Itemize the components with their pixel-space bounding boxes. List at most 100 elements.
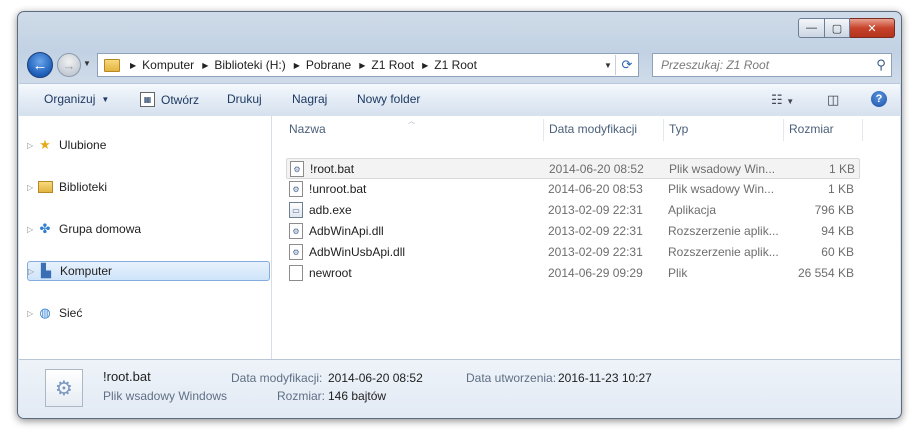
chevron-down-icon: ▼ bbox=[101, 94, 110, 104]
sort-ascending-icon: ︿ bbox=[408, 118, 415, 125]
window-controls: — ▢ ✕ bbox=[798, 18, 895, 38]
file-type: Aplikacja bbox=[668, 203, 717, 217]
file-row[interactable]: newroot 2014-06-29 09:29 Plik 26 554 KB bbox=[286, 263, 858, 282]
nav-item-label: Grupa domowa bbox=[59, 222, 142, 236]
nav-item-favorites[interactable]: ▷ ★ Ulubione bbox=[27, 135, 268, 155]
file-date: 2014-06-20 08:52 bbox=[549, 162, 644, 176]
forward-arrow-icon: → bbox=[62, 57, 76, 73]
details-file-type: Plik wsadowy Windows bbox=[103, 389, 228, 403]
search-box: ⚲ bbox=[652, 53, 892, 77]
file-date: 2013-02-09 22:31 bbox=[548, 224, 643, 238]
search-input[interactable] bbox=[659, 57, 871, 73]
exe-file-icon: ▭ bbox=[289, 202, 303, 218]
dll-file-icon: ⚙ bbox=[289, 223, 303, 239]
dll-file-icon: ⚙ bbox=[289, 244, 303, 260]
back-arrow-icon: ← bbox=[32, 56, 48, 74]
breadcrumb-separator-icon[interactable]: ▶ bbox=[202, 61, 208, 70]
column-divider[interactable] bbox=[862, 119, 863, 141]
column-divider[interactable] bbox=[543, 119, 544, 141]
back-button[interactable]: ← bbox=[27, 52, 53, 78]
nav-item-homegroup[interactable]: ▷ ✤ Grupa domowa bbox=[27, 219, 268, 239]
view-options-icon[interactable]: ☷ ▼ bbox=[771, 92, 794, 108]
folder-icon bbox=[104, 58, 120, 72]
open-label: Otwórz bbox=[161, 92, 200, 107]
file-name: adb.exe bbox=[309, 203, 352, 217]
new-folder-button[interactable]: Nowy folder bbox=[357, 92, 420, 106]
address-dropdown-icon[interactable]: ▼ bbox=[601, 61, 615, 70]
column-divider[interactable] bbox=[783, 119, 784, 141]
column-header-name[interactable]: Nazwa bbox=[289, 122, 326, 140]
refresh-icon[interactable]: ⟳ bbox=[615, 55, 638, 75]
forward-button[interactable]: → bbox=[57, 53, 81, 77]
file-row[interactable]: ▭ adb.exe 2013-02-09 22:31 Aplikacja 796… bbox=[286, 200, 858, 219]
file-size: 1 KB bbox=[828, 162, 855, 176]
expand-icon[interactable]: ▷ bbox=[27, 309, 37, 318]
file-name: !root.bat bbox=[310, 162, 355, 176]
nav-item-libraries[interactable]: ▷ Biblioteki bbox=[27, 177, 268, 197]
file-row[interactable]: ⚙ !unroot.bat 2014-06-20 08:53 Plik wsad… bbox=[286, 179, 858, 198]
close-button[interactable]: ✕ bbox=[850, 18, 895, 38]
file-name: AdbWinUsbApi.dll bbox=[309, 245, 406, 259]
batch-file-icon: ⚙ bbox=[289, 181, 303, 197]
breadcrumb-separator-icon[interactable]: ▶ bbox=[130, 61, 136, 70]
breadcrumb: ▶ Komputer ▶ Biblioteki (H:) ▶ Pobrane ▶… bbox=[126, 58, 477, 72]
burn-button[interactable]: Nagraj bbox=[292, 92, 327, 106]
breadcrumb-separator-icon[interactable]: ▶ bbox=[294, 61, 300, 70]
search-icon[interactable]: ⚲ bbox=[871, 57, 891, 73]
file-row[interactable]: ⚙ !root.bat 2014-06-20 08:52 Plik wsadow… bbox=[286, 158, 860, 179]
column-divider[interactable] bbox=[663, 119, 664, 141]
nav-item-network[interactable]: ▷ ◍ Sieć bbox=[27, 303, 268, 323]
details-size-value: 146 bajtów bbox=[328, 389, 387, 403]
organize-button[interactable]: Organizuj ▼ bbox=[44, 92, 109, 106]
file-name: AdbWinApi.dll bbox=[309, 224, 384, 238]
file-date: 2014-06-20 08:53 bbox=[548, 182, 643, 196]
breadcrumb-item-z1root-current[interactable]: Z1 Root bbox=[434, 58, 477, 72]
expand-icon[interactable]: ▷ bbox=[28, 267, 38, 276]
file-row[interactable]: ⚙ AdbWinUsbApi.dll 2013-02-09 22:31 Rozs… bbox=[286, 242, 858, 261]
homegroup-icon: ✤ bbox=[39, 221, 51, 236]
details-modified-label: Data modyfikacji: bbox=[231, 371, 323, 385]
file-type: Plik bbox=[668, 266, 688, 280]
file-type: Rozszerzenie aplik... bbox=[668, 245, 779, 259]
breadcrumb-separator-icon[interactable]: ▶ bbox=[422, 61, 428, 70]
file-type: Plik wsadowy Win... bbox=[669, 162, 776, 176]
nav-item-label: Sieć bbox=[59, 306, 83, 320]
recent-pages-dropdown-icon[interactable]: ▼ bbox=[83, 59, 91, 68]
file-size: 60 KB bbox=[821, 245, 854, 259]
maximize-button[interactable]: ▢ bbox=[825, 18, 850, 38]
library-icon bbox=[37, 179, 53, 195]
breadcrumb-item-library[interactable]: Biblioteki (H:) bbox=[214, 58, 285, 72]
navigation-pane: ▷ ★ Ulubione ▷ Biblioteki ▷ ✤ Grupa domo… bbox=[19, 116, 272, 359]
file-size: 796 KB bbox=[814, 203, 854, 217]
details-file-name: !root.bat bbox=[103, 369, 151, 384]
file-name: newroot bbox=[309, 266, 352, 280]
print-button[interactable]: Drukuj bbox=[227, 92, 262, 106]
column-header-type[interactable]: Typ bbox=[669, 122, 688, 140]
network-icon: ◍ bbox=[39, 305, 51, 320]
details-size-label: Rozmiar: bbox=[277, 389, 326, 403]
column-header-size[interactable]: Rozmiar bbox=[789, 122, 834, 140]
file-size: 94 KB bbox=[821, 224, 854, 238]
breadcrumb-item-z1root[interactable]: Z1 Root bbox=[371, 58, 414, 72]
file-date: 2013-02-09 22:31 bbox=[548, 245, 643, 259]
address-bar[interactable]: ▶ Komputer ▶ Biblioteki (H:) ▶ Pobrane ▶… bbox=[97, 53, 639, 77]
open-button[interactable]: ▦ Otwórz bbox=[140, 92, 199, 107]
breadcrumb-item-computer[interactable]: Komputer bbox=[142, 58, 194, 72]
minimize-button[interactable]: — bbox=[798, 18, 825, 38]
file-size: 26 554 KB bbox=[797, 266, 854, 280]
computer-icon: ▙ bbox=[41, 263, 51, 278]
breadcrumb-separator-icon[interactable]: ▶ bbox=[359, 61, 365, 70]
details-created-value: 2016-11-23 10:27 bbox=[558, 371, 652, 385]
batch-file-icon: ⚙ bbox=[45, 369, 83, 407]
expand-icon[interactable]: ▷ bbox=[27, 225, 37, 234]
expand-icon[interactable]: ▷ bbox=[27, 141, 37, 150]
breadcrumb-item-downloads[interactable]: Pobrane bbox=[306, 58, 351, 72]
open-app-icon: ▦ bbox=[140, 92, 155, 107]
nav-item-computer[interactable]: ▷ ▙ Komputer bbox=[27, 261, 270, 281]
expand-icon[interactable]: ▷ bbox=[27, 183, 37, 192]
help-icon[interactable]: ? bbox=[871, 91, 887, 107]
file-row[interactable]: ⚙ AdbWinApi.dll 2013-02-09 22:31 Rozszer… bbox=[286, 221, 858, 240]
preview-pane-icon[interactable]: ◫ bbox=[827, 92, 839, 108]
file-name: !unroot.bat bbox=[309, 182, 367, 196]
column-header-date[interactable]: Data modyfikacji bbox=[549, 122, 637, 140]
